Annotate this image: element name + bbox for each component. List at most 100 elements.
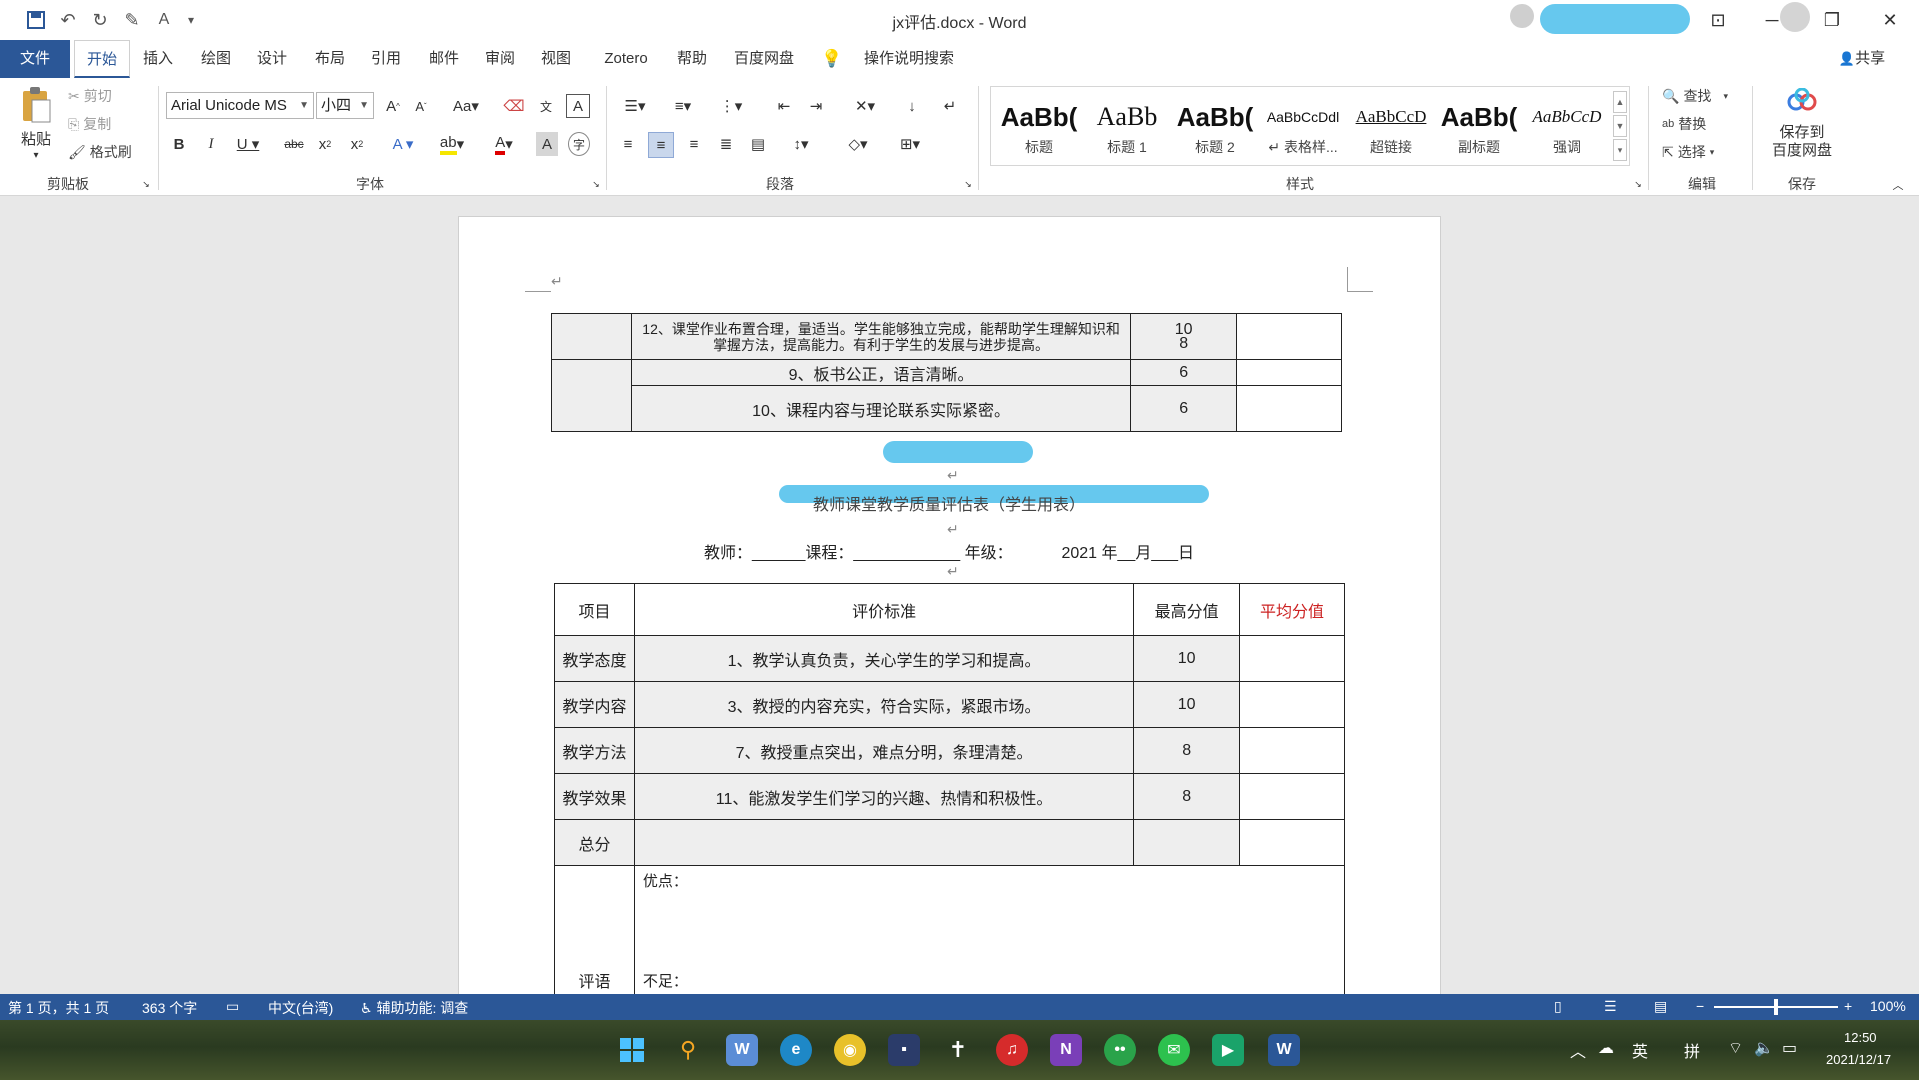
tab-baidu-netdisk[interactable]: 百度网盘 (726, 40, 802, 78)
gallery-more-icon[interactable]: ▾ (1613, 139, 1627, 161)
paste-button[interactable]: 粘贴 (14, 128, 58, 148)
save-to-baidu-label-1[interactable]: 保存到 (1762, 122, 1842, 141)
total-label-cell[interactable]: 总分 (554, 819, 635, 866)
subscript-icon[interactable]: x2 (314, 132, 336, 156)
comment-cell[interactable]: 优点： 不足： (633, 865, 1346, 994)
change-case-icon[interactable]: Aa▾ (448, 94, 484, 118)
total-max-cell[interactable] (1133, 819, 1241, 866)
form-title[interactable]: 教师课堂教学质量评估表（学生用表） (659, 491, 1239, 515)
dialog-launcher-icon[interactable]: ↘ (590, 178, 602, 190)
tray-overflow-icon[interactable]: ︿ (1570, 1038, 1586, 1062)
paste-icon[interactable] (16, 84, 56, 126)
max-score-cell[interactable]: 10 (1133, 681, 1241, 728)
share-button[interactable]: 👤共享 (1834, 40, 1890, 78)
criteria-cell[interactable]: 7、教授重点突出，难点分明，条理清楚。 (633, 727, 1135, 774)
font-name-combo[interactable]: Arial Unicode MS ▼ (166, 92, 314, 119)
chinese-layout-icon[interactable]: ✕▾ (846, 94, 884, 118)
word-icon[interactable]: W (1268, 1034, 1300, 1066)
style-item[interactable]: AaBb 标题 1 (1083, 97, 1171, 169)
tab-references[interactable]: 引用 (362, 40, 410, 78)
score-cell[interactable]: 6 (1130, 385, 1238, 432)
table-cell[interactable] (1236, 359, 1342, 386)
zoom-out-icon[interactable]: − (1696, 998, 1704, 1014)
close-button[interactable]: ✕ (1870, 6, 1910, 34)
tell-me-search[interactable]: 操作说明搜索 (854, 40, 964, 78)
italic-icon[interactable]: I (200, 132, 222, 156)
gallery-down-icon[interactable]: ▼ (1613, 115, 1627, 137)
netease-music-icon[interactable]: ♫ (996, 1034, 1028, 1066)
baidu-netdisk-icon[interactable] (1784, 84, 1820, 118)
total-criteria-cell[interactable] (633, 819, 1135, 866)
font-color-icon[interactable]: A ▾ (484, 132, 524, 156)
item-cell[interactable]: 教学方法 (554, 727, 635, 774)
chrome-icon[interactable]: ◉ (834, 1034, 866, 1066)
zoom-slider-thumb[interactable] (1774, 999, 1778, 1015)
criteria-cell[interactable]: 1、教学认真负责，关心学生的学习和提高。 (633, 635, 1135, 682)
clock-date[interactable]: 2021/12/17 (1826, 1052, 1891, 1067)
avg-score-cell[interactable] (1239, 681, 1345, 728)
copy-button[interactable]: ⎘ 复制 (68, 114, 111, 134)
header-avg-score[interactable]: 平均分值 (1239, 583, 1345, 636)
style-item[interactable]: AaBbCcD 强调 (1523, 97, 1611, 169)
item-cell[interactable]: 教学效果 (554, 773, 635, 820)
shading-icon[interactable]: ◇▾ (838, 132, 878, 156)
max-score-cell[interactable]: 10 (1133, 635, 1241, 682)
collapse-ribbon-icon[interactable]: ︿ (1890, 178, 1906, 192)
select-button[interactable]: ⇱ 选择 ▾ (1662, 142, 1714, 162)
max-score-cell[interactable]: 8 (1133, 727, 1241, 774)
align-left-icon[interactable]: ≡ (616, 132, 640, 156)
clear-format-icon[interactable]: ⌫ (502, 94, 526, 118)
tab-view[interactable]: 视图 (532, 40, 580, 78)
justify-icon[interactable]: ≣ (714, 132, 738, 156)
tab-zotero[interactable]: Zotero (594, 40, 658, 78)
item-cell[interactable]: 教学内容 (554, 681, 635, 728)
paste-dropdown-icon[interactable]: ▾ (28, 148, 44, 162)
score-cell[interactable]: 6 (1130, 359, 1238, 386)
tab-file[interactable]: 文件 (0, 40, 70, 78)
restore-button[interactable]: ❐ (1812, 6, 1852, 34)
accessibility-status[interactable]: ♿ 辅助功能: 调查 (360, 998, 468, 1018)
replace-button[interactable]: ab 替换 (1662, 114, 1706, 134)
decrease-indent-icon[interactable]: ⇤ (772, 94, 796, 118)
edge-icon[interactable]: e (780, 1034, 812, 1066)
align-right-icon[interactable]: ≡ (682, 132, 706, 156)
table-cell[interactable] (1236, 313, 1342, 360)
phonetic-guide-icon[interactable]: 文 (534, 94, 558, 118)
table-cell[interactable] (1236, 385, 1342, 432)
dialog-launcher-icon[interactable]: ↘ (1632, 178, 1644, 190)
numbering-icon[interactable]: ≡▾ (664, 94, 702, 118)
print-layout-icon[interactable]: ☰ (1604, 998, 1617, 1015)
style-item[interactable]: AaBbCcDdl ↵ 表格样... (1259, 97, 1347, 169)
score-cell[interactable]: 10 8 (1130, 313, 1238, 360)
cut-button[interactable]: ✂ 剪切 (68, 86, 112, 106)
max-score-cell[interactable]: 8 (1133, 773, 1241, 820)
search-icon[interactable]: ⚲ (672, 1034, 704, 1066)
web-layout-icon[interactable]: ▤ (1654, 998, 1667, 1015)
criteria-cell[interactable]: 11、能激发学生们学习的兴趣、热情和积极性。 (633, 773, 1135, 820)
battery-icon[interactable]: ▭ (1782, 1038, 1797, 1058)
document-area[interactable]: ↵ 12、课堂作业布置合理，量适当。学生能够独立完成，能帮助学生理解知识和掌握方… (0, 196, 1919, 994)
text-effects-icon[interactable]: A ▾ (386, 132, 420, 156)
increase-indent-icon[interactable]: ⇥ (804, 94, 828, 118)
style-item[interactable]: AaBb( 标题 2 (1171, 97, 1259, 169)
header-criteria[interactable]: 评价标准 (633, 583, 1135, 636)
start-icon[interactable] (616, 1034, 648, 1066)
tab-insert[interactable]: 插入 (134, 40, 182, 78)
page-count[interactable]: 第 1 页，共 1 页 (8, 998, 109, 1018)
wechat-icon[interactable]: ✉ (1158, 1034, 1190, 1066)
style-item[interactable]: AaBb( 副标题 (1435, 97, 1523, 169)
dialog-launcher-icon[interactable]: ↘ (962, 178, 974, 190)
gallery-up-icon[interactable]: ▲ (1613, 91, 1627, 113)
strikethrough-icon[interactable]: abc (280, 132, 308, 156)
borders-icon[interactable]: ⊞▾ (890, 132, 930, 156)
tab-design[interactable]: 设计 (248, 40, 296, 78)
ribbon-display-icon[interactable]: ⊡ (1698, 6, 1738, 34)
underline-icon[interactable]: U ▾ (232, 132, 264, 156)
clock-time[interactable]: 12:50 (1844, 1030, 1877, 1045)
header-max-score[interactable]: 最高分值 (1133, 583, 1241, 636)
tab-home[interactable]: 开始 (74, 40, 130, 78)
table-cell[interactable] (551, 313, 632, 360)
align-center-icon[interactable]: ≡ (648, 132, 674, 158)
pin-icon[interactable]: ✝ (942, 1034, 974, 1066)
bullets-icon[interactable]: ☰▾ (616, 94, 654, 118)
